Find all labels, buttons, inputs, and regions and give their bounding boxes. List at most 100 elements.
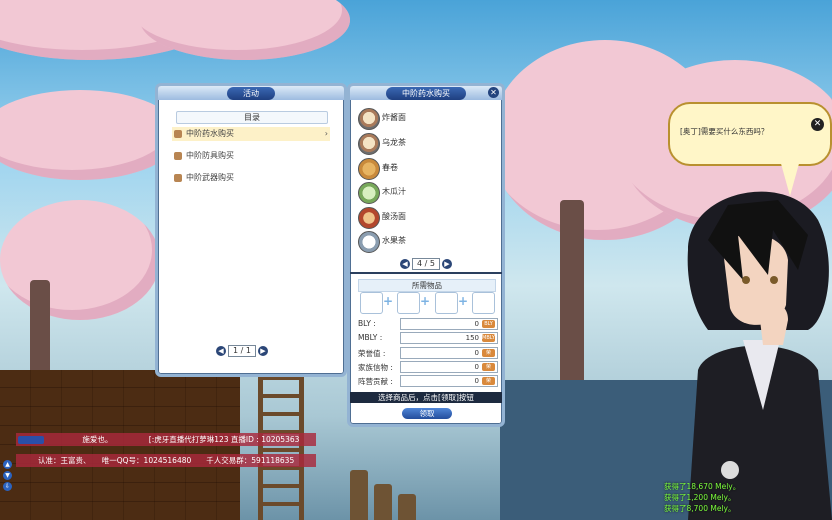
soup-noodle-icon [358, 207, 380, 229]
close-button[interactable]: ✕ [488, 87, 499, 98]
nav-item-potion[interactable]: 中阶药水购买 › [172, 127, 330, 141]
cherry-tree-canopy [140, 0, 350, 60]
shop-item-name: 春卷 [382, 163, 398, 172]
tea-cup-icon [358, 133, 380, 155]
nav-item-label: 中阶药水购买 [186, 129, 234, 138]
cherry-tree-canopy [0, 200, 160, 320]
bly-currency-icon: BLY [482, 320, 495, 328]
tree-trunk [30, 280, 50, 380]
juice-cup-icon [358, 182, 380, 204]
cherry-tree-canopy [0, 90, 180, 180]
bag-icon [174, 129, 182, 138]
scroll-down-icon[interactable]: ▼ [3, 471, 12, 480]
shop-item[interactable]: 炸酱面 [354, 107, 498, 130]
chevron-right-icon: › [324, 129, 328, 138]
field-value-bly: 0 BLY [400, 318, 498, 330]
loot-log-entry: 获得了1,200 Mely。 [664, 493, 736, 502]
shop-pager: ◀ 4 / 5 ▶ [400, 258, 452, 270]
catalog-header: 目录 [176, 111, 328, 124]
shop-item[interactable]: 春卷 [354, 157, 498, 180]
activity-panel: 活动 目录 中阶药水购买 › 中阶防具购买 中阶武器购买 ◀ 1 / 1 ▶ [155, 83, 347, 377]
chat-message: 认准：王富贵、 唯一QQ号：1024516480 千人交易群：591118635 [38, 456, 295, 465]
material-slot[interactable] [397, 292, 420, 314]
chat-badge-icon [18, 436, 44, 444]
scroll-bottom-icon[interactable]: ⇩ [3, 482, 12, 491]
mbly-currency-icon: MBLY [482, 334, 495, 342]
scroll-up-icon[interactable]: ▲ [3, 460, 12, 469]
next-page-button[interactable]: ▶ [257, 346, 268, 356]
shop-item-name: 乌龙茶 [382, 138, 406, 147]
shop-item[interactable]: 木瓜汁 [354, 181, 498, 204]
field-value: 150 [465, 334, 479, 342]
field-value: 0 [474, 349, 479, 357]
chat-line: 施爱也。 [:虎牙直播代打萝琳123 直播ID : 10205363 [16, 433, 316, 446]
wooden-post [374, 484, 392, 520]
wooden-post [350, 470, 368, 520]
shop-title: 中阶药水购买 [386, 87, 466, 100]
prev-page-button[interactable]: ◀ [400, 259, 410, 269]
next-page-button[interactable]: ▶ [441, 259, 452, 269]
shop-item[interactable]: 酸汤面 [354, 206, 498, 229]
shop-panel: 中阶药水购买 ✕ 炸酱面 乌龙茶 春卷 木瓜汁 酸汤面 水果茶 ◀ 4 / 5 ▶ … [347, 83, 505, 427]
field-label-camp-contribution: 阵营贡献 : [358, 377, 393, 386]
shop-item-name: 水果茶 [382, 236, 406, 245]
loot-log-entry: 获得了8,700 Mely。 [664, 504, 736, 513]
chat-scroll-controls: ▲ ▼ ⇩ [3, 460, 13, 491]
field-label-mbly: MBLY : [358, 333, 383, 342]
material-slot[interactable] [472, 292, 495, 314]
activity-titlebar[interactable]: 活动 [158, 86, 344, 100]
hint-text: 选择商品后，点击[领取]按钮 [378, 393, 474, 402]
claim-button[interactable]: 领取 [402, 408, 452, 419]
page-indicator: 4 / 5 [412, 258, 440, 270]
field-value-camp-contribution: 0荣 [400, 375, 498, 387]
field-value-honor: 0荣 [400, 347, 498, 359]
plus-icon: + [420, 294, 431, 308]
shop-item[interactable]: 乌龙茶 [354, 132, 498, 155]
field-value-mbly: 150 MBLY [400, 332, 498, 344]
material-slot[interactable] [435, 292, 458, 314]
prev-page-button[interactable]: ◀ [216, 346, 226, 356]
honor-icon: 荣 [482, 377, 495, 385]
hint-bar: 选择商品后，点击[领取]按钮 [350, 392, 502, 403]
npc-speech-text: [奥丁]需要买什么东西吗？ [680, 127, 769, 136]
bag-icon [174, 151, 182, 160]
honor-icon: 荣 [482, 349, 495, 357]
npc-speech-bubble: [奥丁]需要买什么东西吗？ ✕ [668, 102, 832, 166]
divider [350, 272, 502, 274]
shop-item-name: 炸酱面 [382, 113, 406, 122]
nav-item-armor[interactable]: 中阶防具购买 [172, 149, 330, 163]
fruit-tea-icon [358, 231, 380, 253]
nav-item-label: 中阶防具购买 [186, 151, 234, 160]
nav-item-weapon[interactable]: 中阶武器购买 [172, 171, 330, 185]
close-icon[interactable]: ✕ [811, 118, 824, 131]
field-value: 0 [474, 377, 479, 385]
field-label-honor: 荣誉值 : [358, 349, 386, 358]
field-value: 0 [474, 363, 479, 371]
shop-item-name: 酸汤面 [382, 212, 406, 221]
chat-line: 认准：王富贵、 唯一QQ号：1024516480 千人交易群：591118635 [16, 454, 316, 467]
required-items-header: 所需物品 [358, 279, 496, 292]
honor-icon: 荣 [482, 363, 495, 371]
required-items-title: 所需物品 [412, 281, 442, 290]
field-label-bly: BLY : [358, 319, 376, 328]
loot-log: 获得了18,670 Mely。 获得了1,200 Mely。 获得了8,700 … [664, 481, 824, 514]
catalog-title: 目录 [244, 113, 260, 122]
chat-message: [:虎牙直播代打萝琳123 直播ID : 10205363 [148, 435, 300, 444]
noodle-icon [358, 108, 380, 130]
shop-titlebar[interactable]: 中阶药水购买 ✕ [350, 86, 502, 100]
claim-button-label: 领取 [419, 409, 435, 418]
loot-log-entry: 获得了18,670 Mely。 [664, 482, 741, 491]
field-value-family-token: 0荣 [400, 361, 498, 373]
shop-item-name: 木瓜汁 [382, 187, 406, 196]
tree-trunk [560, 200, 584, 390]
npc-character [687, 191, 832, 520]
nav-item-label: 中阶武器购买 [186, 173, 234, 182]
material-slot[interactable] [360, 292, 383, 314]
page-indicator: 1 / 1 [228, 345, 256, 357]
plus-icon: + [458, 294, 469, 308]
field-label-family-token: 家族信物 : [358, 363, 393, 372]
shop-item[interactable]: 水果茶 [354, 230, 498, 253]
activity-title: 活动 [227, 87, 275, 100]
chat-sender[interactable]: 施爱也。 [82, 435, 112, 444]
field-value: 0 [474, 320, 479, 328]
